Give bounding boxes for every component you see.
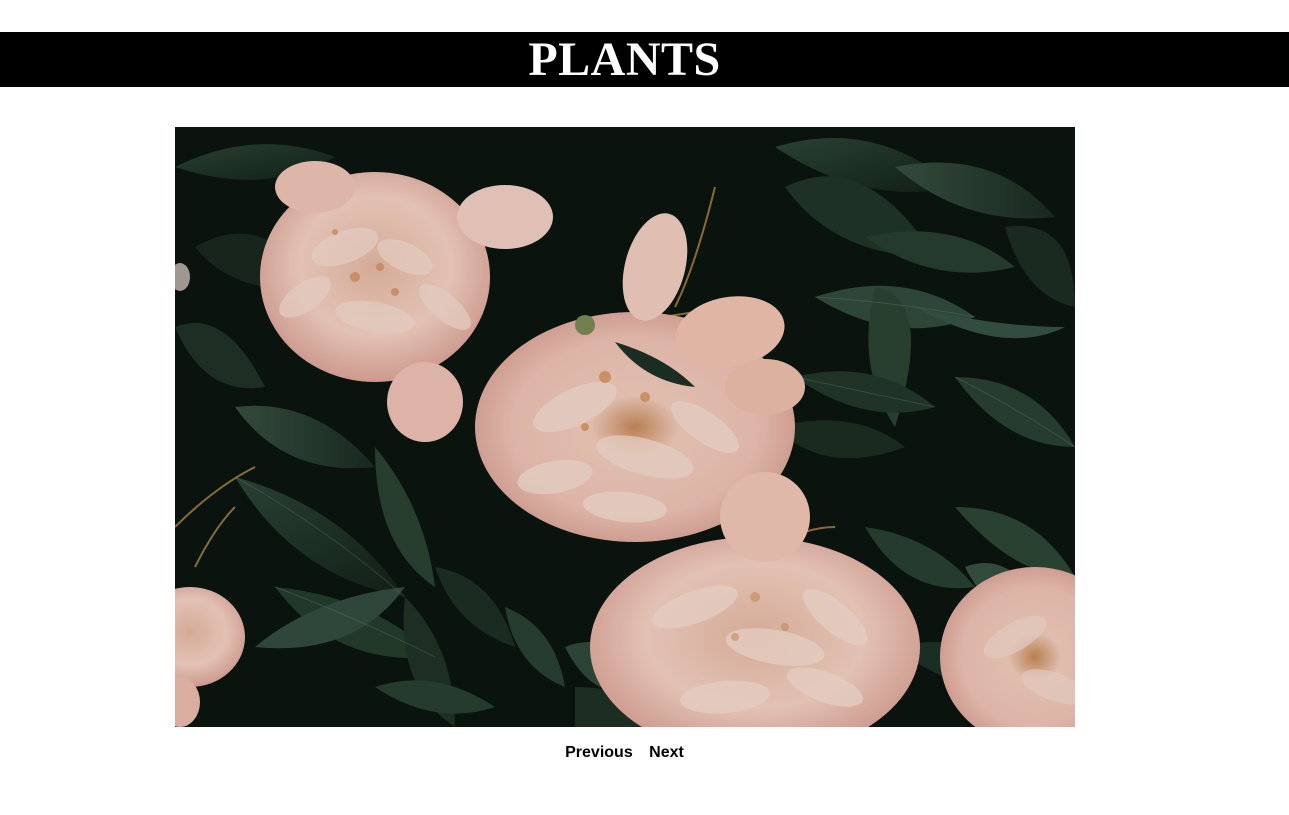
page-title: PLANTS	[528, 33, 721, 86]
previous-link[interactable]: Previous	[565, 744, 633, 761]
header-bar: PLANTS	[0, 32, 1289, 87]
next-link[interactable]: Next	[649, 744, 684, 761]
peony-photo	[175, 127, 1075, 727]
pager: Previous Next	[0, 744, 1249, 762]
gallery-image	[175, 127, 1075, 727]
